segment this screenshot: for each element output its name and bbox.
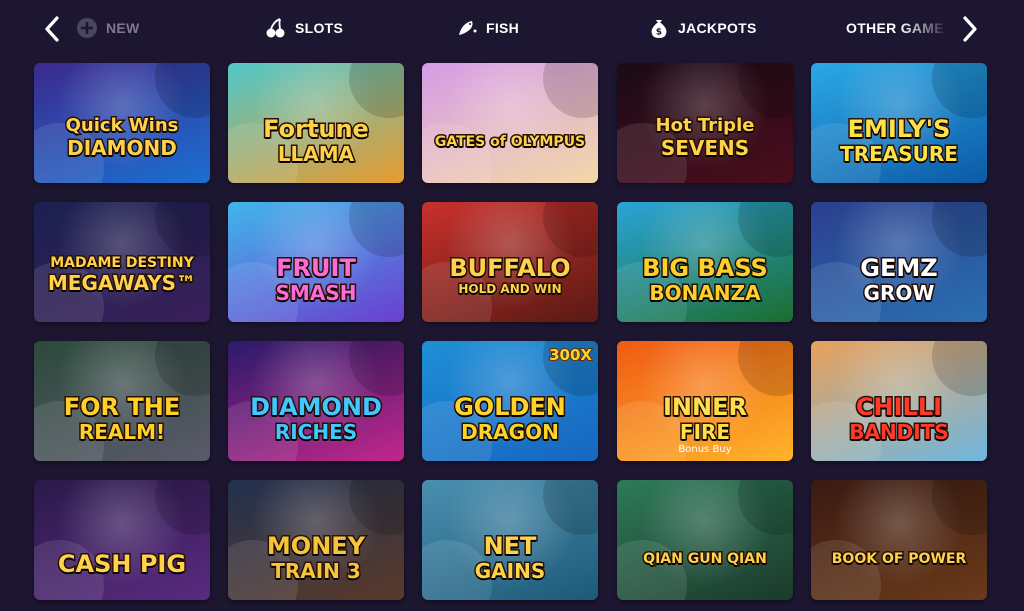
game-title: Fortune [262, 115, 371, 143]
game-tile[interactable]: FRUIT SMASH [228, 202, 404, 322]
game-title: FOR THE [62, 393, 181, 421]
game-subtitle: REALM! [77, 420, 166, 444]
game-title: MADAME DESTINY [49, 255, 195, 272]
game-subtitle: SEVENS [659, 136, 750, 160]
game-subtitle: DRAGON [460, 420, 561, 444]
game-tile[interactable]: GEMZ GROW [811, 202, 987, 322]
game-title: DIAMOND [249, 393, 384, 421]
game-subtitle: BONANZA [648, 281, 762, 305]
game-title: CASH PIG [56, 550, 187, 578]
game-subtitle: MEGAWAYS™ [46, 271, 197, 295]
game-title: MONEY [265, 532, 366, 560]
game-tile[interactable]: MADAME DESTINY MEGAWAYS™ [34, 202, 210, 322]
game-tile[interactable]: Quick Wins DIAMOND [34, 63, 210, 183]
game-tile[interactable]: EMILY'S TREASURE [811, 63, 987, 183]
multiplier-badge: 300X [548, 345, 593, 365]
game-tile[interactable]: Hot Triple SEVENS [617, 63, 793, 183]
game-title: QIAN GUN QIAN [642, 551, 769, 568]
game-grid: Quick Wins DIAMOND Fortune LLAMA GATES of OL… [0, 0, 1024, 611]
game-subtitle: HOLD AND WIN [457, 282, 563, 297]
game-tile[interactable]: MONEY TRAIN 3 [228, 480, 404, 600]
game-tile[interactable]: DIAMOND RICHES [228, 341, 404, 461]
game-title: BUFFALO [448, 254, 572, 282]
game-tile[interactable]: INNER FIRE Bonus Buy [617, 341, 793, 461]
game-tile[interactable]: GOLDEN DRAGON 300X [422, 341, 598, 461]
game-subtitle: FIRE [678, 420, 731, 444]
game-tile[interactable]: QIAN GUN QIAN [617, 480, 793, 600]
game-subtitle: LLAMA [276, 142, 355, 166]
game-tile[interactable]: Fortune LLAMA [228, 63, 404, 183]
game-subtitle: GAINS [473, 559, 546, 583]
game-tile[interactable]: BUFFALO HOLD AND WIN [422, 202, 598, 322]
game-title: GATES of OLYMPUS [433, 134, 586, 151]
game-title: INNER [662, 393, 749, 421]
game-title: BOOK OF POWER [830, 551, 967, 568]
game-tile[interactable]: CHILLI BANDITS [811, 341, 987, 461]
game-tile[interactable]: BOOK OF POWER [811, 480, 987, 600]
game-title: EMILY'S [846, 115, 952, 143]
game-note: Bonus Buy [678, 444, 732, 455]
game-tile[interactable]: NET GAINS [422, 480, 598, 600]
game-tile[interactable]: BIG BASS BONANZA [617, 202, 793, 322]
game-title: NET [482, 532, 538, 560]
game-title: Quick Wins [64, 115, 180, 136]
game-title: Hot Triple [654, 115, 756, 136]
game-tile[interactable]: GATES of OLYMPUS [422, 63, 598, 183]
game-title: FRUIT [275, 254, 358, 282]
game-title: GEMZ [859, 254, 939, 282]
game-subtitle: DIAMOND [66, 136, 179, 160]
game-subtitle: GROW [862, 281, 936, 305]
game-subtitle: TREASURE [839, 142, 960, 166]
game-title: BIG BASS [641, 254, 770, 282]
game-title: CHILLI [854, 393, 943, 421]
game-tile[interactable]: FOR THE REALM! [34, 341, 210, 461]
game-subtitle: TRAIN 3 [270, 559, 363, 583]
game-subtitle: RICHES [273, 420, 358, 444]
game-title: GOLDEN [453, 393, 568, 421]
game-subtitle: BANDITS [848, 420, 951, 444]
game-subtitle: SMASH [274, 281, 358, 305]
game-tile[interactable]: CASH PIG [34, 480, 210, 600]
